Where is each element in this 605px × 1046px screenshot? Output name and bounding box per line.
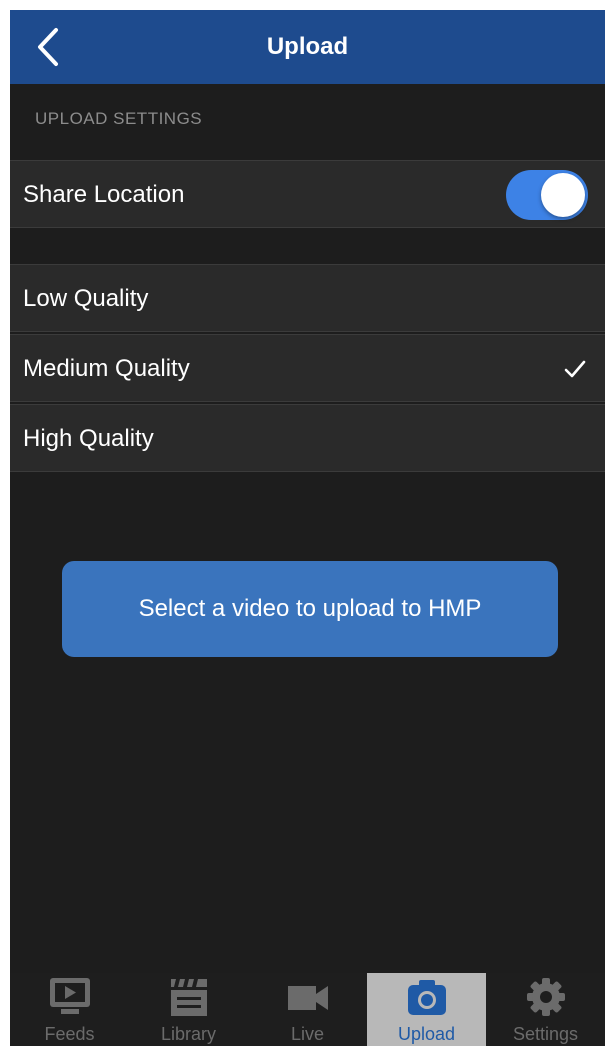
- tab-feeds[interactable]: Feeds: [10, 973, 129, 1046]
- share-location-label: Share Location: [23, 181, 185, 208]
- checkmark-icon: [564, 360, 586, 378]
- tab-bar: Feeds Library Live Upload Settings: [10, 973, 605, 1046]
- gear-icon: [527, 978, 565, 1016]
- clapperboard-icon: [171, 979, 207, 1016]
- toggle-knob: [541, 173, 585, 217]
- tab-live[interactable]: Live: [248, 973, 367, 1046]
- quality-option-high[interactable]: High Quality: [10, 404, 605, 472]
- camera-icon: [408, 980, 446, 1015]
- nav-bar: Upload: [10, 10, 605, 84]
- quality-option-label: High Quality: [23, 425, 154, 452]
- tab-label: Settings: [512, 1024, 579, 1044]
- page-title: Upload: [266, 33, 349, 60]
- quality-option-medium[interactable]: Medium Quality: [10, 334, 605, 402]
- quality-option-label: Low Quality: [23, 285, 149, 312]
- video-camera-icon: [288, 986, 328, 1010]
- select-video-button[interactable]: Select a video to upload to HMP: [62, 561, 558, 657]
- section-header-upload-settings: UPLOAD SETTINGS: [35, 109, 203, 128]
- share-location-toggle[interactable]: [506, 170, 588, 220]
- quality-option-label: Medium Quality: [23, 355, 190, 382]
- tab-settings[interactable]: Settings: [486, 973, 605, 1046]
- quality-option-low[interactable]: Low Quality: [10, 264, 605, 332]
- upload-screen: Upload UPLOAD SETTINGS Share Location Lo…: [10, 10, 605, 1046]
- monitor-play-icon: [50, 978, 90, 1014]
- tab-label: Library: [160, 1024, 217, 1044]
- tab-library[interactable]: Library: [129, 973, 248, 1046]
- tab-upload[interactable]: Upload: [367, 973, 486, 1046]
- tab-label: Upload: [397, 1024, 456, 1044]
- tab-label: Live: [290, 1024, 325, 1044]
- tab-label: Feeds: [44, 1024, 95, 1044]
